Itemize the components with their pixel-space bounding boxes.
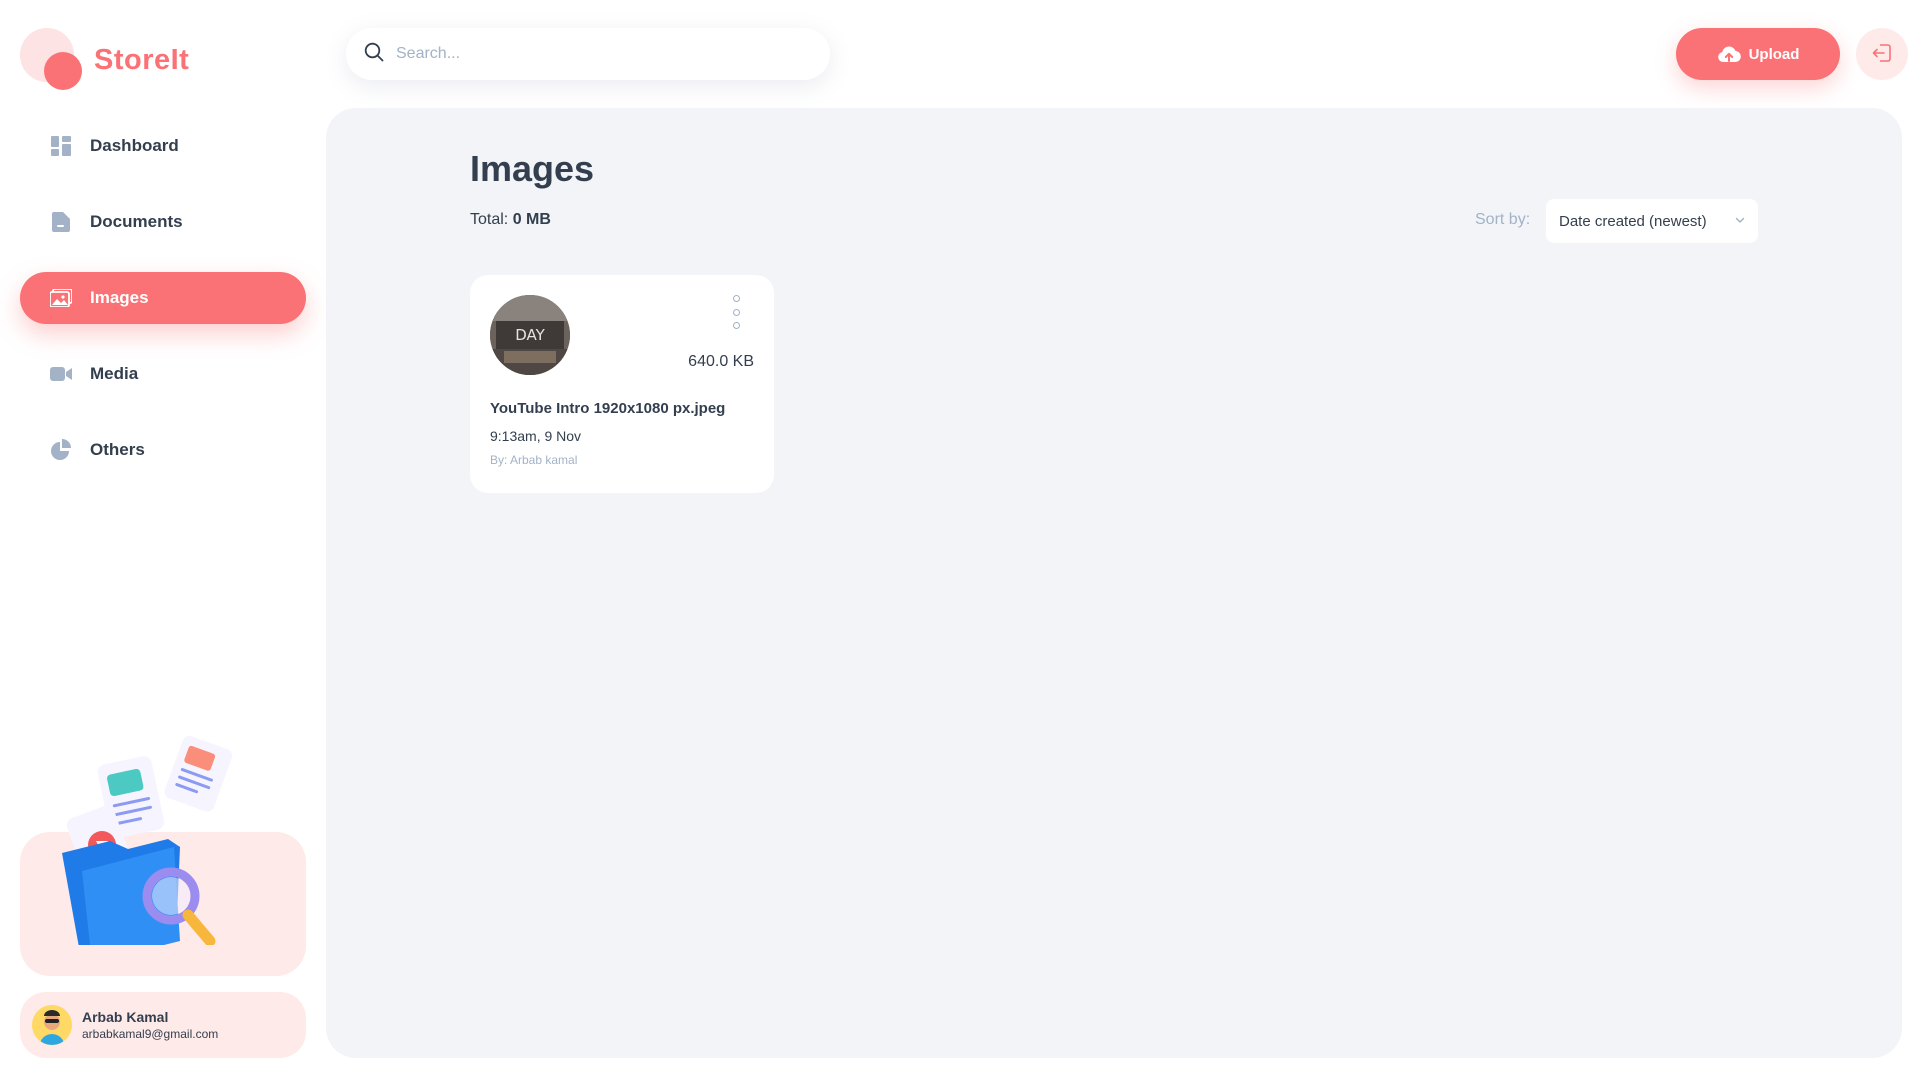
sidebar-item-label: Others bbox=[90, 440, 145, 459]
dashboard-icon bbox=[50, 135, 72, 157]
files-illustration bbox=[60, 735, 260, 963]
logo[interactable]: StoreIt bbox=[20, 28, 189, 90]
logo-text: StoreIt bbox=[94, 43, 190, 76]
sort-select-value: Date created (newest) bbox=[1559, 212, 1707, 230]
images-icon bbox=[50, 287, 72, 309]
documents-icon bbox=[50, 211, 72, 233]
sidebar-item-label: Media bbox=[90, 364, 139, 383]
sidebar-item-documents[interactable]: Documents bbox=[20, 196, 306, 248]
user-profile-card[interactable]: Arbab Kamal arbabkamal9@gmail.com bbox=[20, 992, 306, 1058]
file-name[interactable]: YouTube Intro 1920x1080 px.jpeg bbox=[490, 400, 725, 417]
user-info: Arbab Kamal arbabkamal9@gmail.com bbox=[82, 1009, 218, 1041]
media-icon bbox=[50, 363, 72, 385]
upload-button-label: Upload bbox=[1748, 45, 1800, 63]
user-email: arbabkamal9@gmail.com bbox=[82, 1027, 219, 1041]
page-title: Images bbox=[470, 148, 595, 189]
total-size: Total: 0 MB bbox=[470, 211, 551, 229]
sort-select[interactable]: Date created (newest) bbox=[1546, 199, 1758, 243]
total-label: Total: bbox=[470, 211, 509, 228]
chevron-down-icon bbox=[1734, 213, 1746, 230]
sidebar-item-others[interactable]: Others bbox=[20, 424, 306, 476]
logo-mark-icon bbox=[20, 28, 82, 90]
upload-button[interactable]: Upload bbox=[1676, 28, 1840, 80]
search-input[interactable] bbox=[396, 45, 796, 63]
sidebar-item-media[interactable]: Media bbox=[20, 348, 306, 400]
others-icon bbox=[50, 439, 72, 461]
cloud-upload-icon bbox=[1717, 45, 1741, 63]
sidebar-item-label: Images bbox=[90, 288, 149, 307]
sidebar: StoreIt Dashboard Documents Images Media… bbox=[0, 0, 326, 1080]
sidebar-item-images[interactable]: Images bbox=[20, 272, 306, 324]
avatar bbox=[32, 1005, 72, 1045]
thumbnail-text: DAY bbox=[515, 326, 545, 344]
sidebar-item-dashboard[interactable]: Dashboard bbox=[20, 120, 306, 172]
logout-button[interactable] bbox=[1856, 28, 1908, 80]
file-date: 9:13am, 9 Nov bbox=[490, 428, 582, 444]
file-size: 640.0 KB bbox=[688, 353, 754, 370]
sort-label: Sort by: bbox=[1475, 211, 1531, 228]
sidebar-item-label: Dashboard bbox=[90, 136, 179, 155]
search-icon bbox=[364, 42, 384, 67]
total-value: 0 MB bbox=[512, 211, 551, 228]
user-name: Arbab Kamal bbox=[82, 1009, 169, 1025]
file-thumbnail: DAY bbox=[490, 295, 570, 375]
more-options-icon[interactable] bbox=[728, 295, 744, 329]
file-card[interactable]: DAY 640.0 KB YouTube Intro 1920x1080 px.… bbox=[470, 275, 774, 493]
logout-icon bbox=[1871, 42, 1893, 67]
file-owner: By: Arbab kamal bbox=[490, 453, 578, 467]
sidebar-nav: Dashboard Documents Images Media Others bbox=[20, 120, 306, 500]
app: StoreIt Dashboard Documents Images Media… bbox=[0, 0, 1920, 1080]
search-bar[interactable] bbox=[346, 28, 830, 80]
main-content: Images Total: 0 MB Sort by: Date created… bbox=[326, 108, 1902, 1058]
sidebar-item-label: Documents bbox=[90, 212, 183, 231]
